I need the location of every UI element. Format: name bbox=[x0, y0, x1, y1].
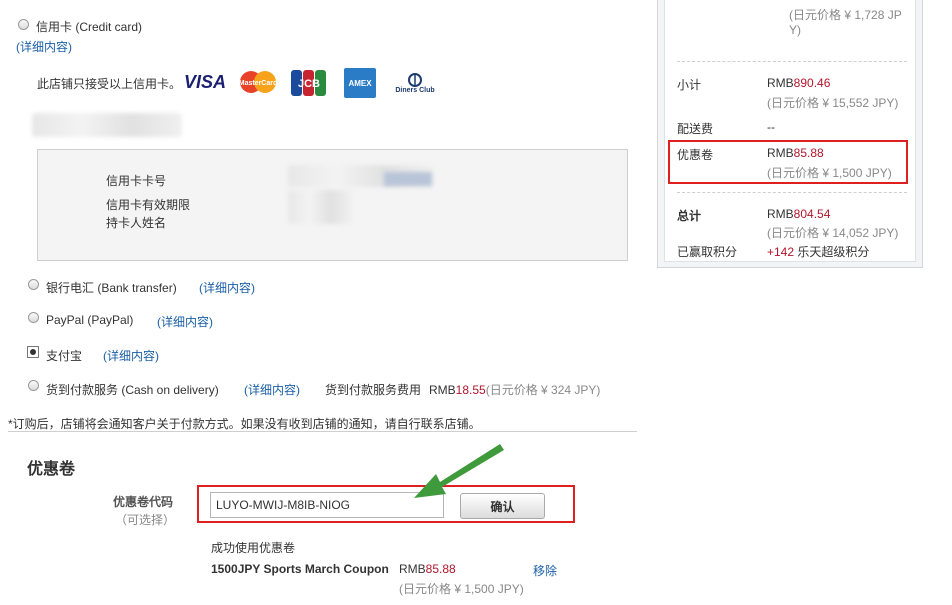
points-amount: +142 乐天超级积分 bbox=[767, 243, 869, 260]
jcb-logo: JCB bbox=[290, 69, 328, 97]
card-expiry-redacted bbox=[288, 190, 352, 224]
summary-coupon-value: 85.88 bbox=[793, 146, 824, 160]
mastercard-logo: MasterCard bbox=[236, 70, 280, 94]
green-arrow-icon bbox=[414, 444, 504, 498]
cod-fee-label: 货到付款服务费用 bbox=[325, 383, 422, 397]
shipping-value: -- bbox=[767, 120, 775, 134]
summary-coupon-prefix: RMB bbox=[767, 146, 794, 160]
applied-coupon-value: 85.88 bbox=[425, 562, 456, 576]
top-item-jpy-line2: Y) bbox=[789, 23, 801, 37]
subtotal-prefix: RMB bbox=[767, 76, 794, 90]
amex-logo: AMEX bbox=[344, 68, 376, 98]
alipay-radio[interactable] bbox=[27, 346, 39, 358]
paypal-label: PayPal (PayPal) bbox=[46, 313, 134, 327]
cod-fee: RMB18.55(日元价格 ¥ 324 JPY) bbox=[429, 381, 600, 398]
applied-coupon-name: 1500JPY Sports March Coupon bbox=[211, 562, 389, 576]
svg-text:MasterCard: MasterCard bbox=[239, 80, 278, 87]
cod-fee-prefix: RMB bbox=[429, 383, 456, 397]
total-label: 总计 bbox=[677, 209, 702, 223]
summary-coupon-label: 优惠卷 bbox=[677, 148, 714, 162]
cod-fee-jpy: (日元价格 ¥ 324 JPY) bbox=[485, 383, 601, 397]
applied-coupon-jpy: (日元价格 ¥ 1,500 JPY) bbox=[399, 582, 524, 596]
subtotal-value: 890.46 bbox=[793, 76, 831, 90]
diners-club-logo: Diners Club bbox=[394, 68, 436, 98]
total-prefix: RMB bbox=[767, 207, 794, 221]
accepted-cards-text: 此店铺只接受以上信用卡。 bbox=[37, 77, 182, 91]
total-jpy: (日元价格 ¥ 14,052 JPY) bbox=[767, 226, 899, 240]
credit-card-details-link[interactable]: (详细内容) bbox=[16, 38, 72, 55]
alipay-details-link[interactable]: (详细内容) bbox=[103, 347, 159, 364]
top-item-jpy-line1: (日元价格 ¥ 1,728 JP bbox=[789, 8, 902, 22]
points-label: 已赢取积分 bbox=[677, 245, 738, 259]
bank-transfer-radio[interactable] bbox=[28, 279, 39, 290]
alipay-label: 支付宝 bbox=[46, 349, 83, 363]
visa-logo: VISA bbox=[183, 71, 226, 92]
subtotal-amount: RMB890.46 bbox=[767, 76, 830, 90]
card-number-label: 信用卡卡号 bbox=[106, 174, 167, 188]
coupon-success-text: 成功使用优惠卷 bbox=[211, 541, 296, 555]
shipping-label: 配送费 bbox=[677, 122, 714, 136]
divider bbox=[8, 431, 637, 432]
applied-coupon-amount: RMB85.88 bbox=[399, 562, 456, 576]
paypal-details-link[interactable]: (详细内容) bbox=[157, 313, 213, 330]
bank-transfer-label: 银行电汇 (Bank transfer) bbox=[46, 281, 177, 295]
coupon-section-title: 优惠卷 bbox=[27, 461, 76, 478]
card-expiry-label: 信用卡有效期限 bbox=[106, 198, 191, 212]
credit-card-label: 信用卡 (Credit card) bbox=[36, 20, 143, 34]
paypal-radio[interactable] bbox=[28, 312, 39, 323]
cod-radio[interactable] bbox=[28, 380, 39, 391]
points-suffix: 乐天超级积分 bbox=[794, 245, 870, 259]
total-value: 804.54 bbox=[793, 207, 831, 221]
credit-card-radio[interactable] bbox=[18, 19, 29, 30]
coupon-optional-label: （可选择） bbox=[115, 513, 176, 527]
remove-coupon-link[interactable]: 移除 bbox=[533, 562, 557, 579]
coupon-code-label: 优惠卷代码 bbox=[113, 495, 174, 509]
summary-coupon-jpy: (日元价格 ¥ 1,500 JPY) bbox=[767, 166, 892, 180]
card-holder-label: 持卡人姓名 bbox=[106, 216, 167, 230]
points-value: +142 bbox=[767, 245, 795, 259]
subtotal-jpy: (日元价格 ¥ 15,552 JPY) bbox=[767, 96, 899, 110]
cod-label: 货到付款服务 (Cash on delivery) bbox=[46, 383, 219, 397]
summary-divider-1 bbox=[677, 61, 907, 62]
summary-divider-2 bbox=[677, 192, 907, 193]
summary-coupon-amount: RMB85.88 bbox=[767, 146, 824, 160]
applied-coupon-prefix: RMB bbox=[399, 562, 426, 576]
payment-notice: *订购后，店铺将会通知客户关于付款方式。如果没有收到店铺的通知，请自行联系店铺。 bbox=[8, 417, 481, 431]
cod-fee-value: 18.55 bbox=[455, 383, 486, 397]
bank-transfer-details-link[interactable]: (详细内容) bbox=[199, 279, 255, 296]
redacted-info bbox=[32, 113, 182, 137]
cod-details-link[interactable]: (详细内容) bbox=[244, 381, 300, 398]
subtotal-label: 小计 bbox=[677, 78, 702, 92]
total-amount: RMB804.54 bbox=[767, 207, 830, 221]
svg-text:JCB: JCB bbox=[298, 78, 320, 90]
card-number-redacted-mark bbox=[384, 172, 432, 186]
